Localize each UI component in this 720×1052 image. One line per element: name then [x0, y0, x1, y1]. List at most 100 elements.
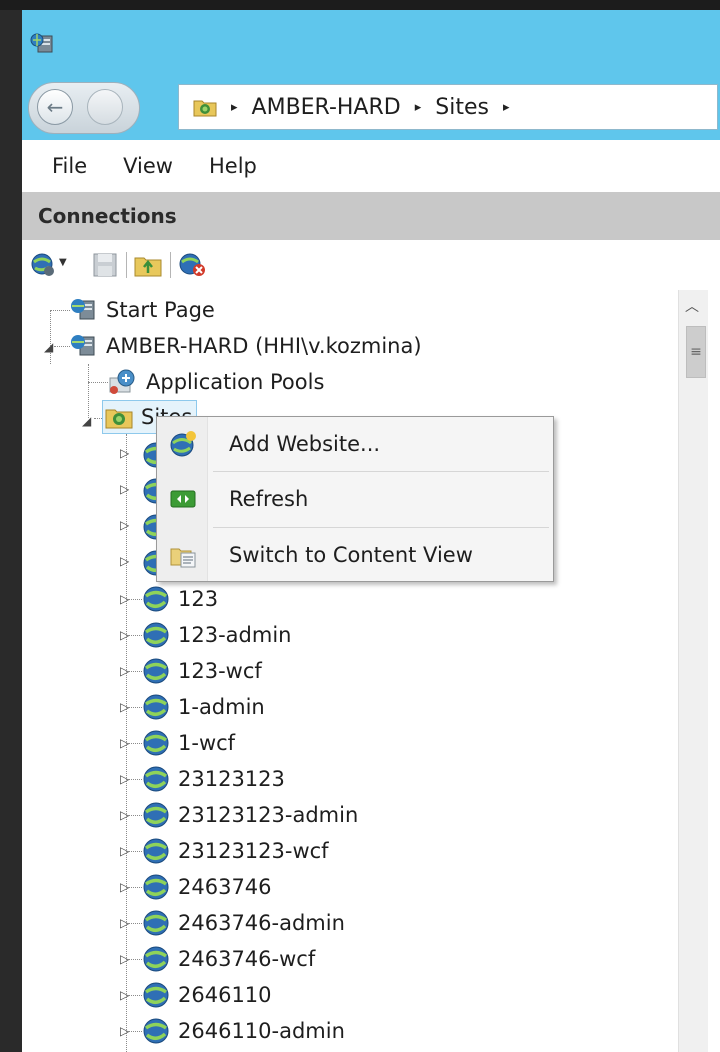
site-globe-icon — [143, 910, 169, 936]
context-menu: Add Website... Refresh Switch to Content… — [156, 416, 554, 582]
tree-scrollbar[interactable]: ︿ ≡ — [678, 290, 709, 1052]
content-view-icon — [170, 548, 196, 568]
back-button[interactable]: ← — [37, 89, 73, 125]
tree-item-site[interactable]: 2463746-wcf — [142, 942, 315, 976]
tree-connector — [128, 707, 142, 708]
refresh-icon — [170, 490, 196, 508]
menu-help[interactable]: Help — [191, 154, 275, 178]
context-menu-separator — [213, 527, 549, 528]
add-website-icon — [170, 431, 196, 457]
tree-label: 2646110-admin — [178, 1019, 345, 1043]
expand-arrow-icon[interactable]: ▷ — [120, 482, 129, 496]
tree-connector — [128, 851, 142, 852]
tree-label: 2463746 — [178, 875, 272, 899]
tree-connector — [128, 815, 142, 816]
address-row: ← ▸ AMBER-HARD ▸ Sites ▸ — [22, 74, 720, 140]
site-globe-icon — [143, 586, 169, 612]
context-menu-refresh[interactable]: Refresh — [157, 474, 553, 524]
tree-label: 2463746-admin — [178, 911, 345, 935]
sites-folder-icon — [193, 100, 217, 117]
site-globe-icon — [143, 874, 169, 900]
tree-connector — [128, 995, 142, 996]
tree-label: 1-admin — [178, 695, 265, 719]
tree-item-site[interactable]: 123-admin — [142, 618, 291, 652]
tree-item-site[interactable]: 1-wcf — [142, 726, 235, 760]
tree-item-site[interactable]: 1-admin — [142, 690, 265, 724]
context-menu-separator — [213, 471, 549, 472]
breadcrumb-sites[interactable]: Sites — [435, 95, 489, 120]
iis-manager-icon — [30, 33, 53, 53]
tree-item-site[interactable]: 2463746-admin — [142, 906, 345, 940]
tree-item-site[interactable]: 23123123-wcf — [142, 834, 329, 868]
collapse-arrow-icon[interactable]: ◢ — [82, 414, 91, 428]
tree-connector — [128, 635, 142, 636]
nav-buttons: ← — [28, 82, 140, 134]
tree-connector — [128, 779, 142, 780]
forward-button[interactable] — [87, 89, 123, 125]
site-globe-icon — [143, 946, 169, 972]
site-globe-icon — [143, 694, 169, 720]
expand-arrow-icon[interactable]: ▷ — [120, 554, 129, 568]
context-menu-add-website[interactable]: Add Website... — [157, 419, 553, 469]
application-pools-icon — [109, 369, 135, 394]
tree-label: 23123123-wcf — [178, 839, 329, 863]
expand-arrow-icon[interactable]: ▷ — [120, 518, 129, 532]
tree-connector — [128, 959, 142, 960]
tree-item-site[interactable]: 23123123 — [142, 762, 285, 796]
collapse-arrow-icon[interactable]: ◢ — [44, 340, 53, 354]
tree-connector — [128, 1031, 142, 1032]
connections-toolbar: ▼ — [22, 240, 720, 291]
tree-connector — [128, 599, 142, 600]
menu-view[interactable]: View — [105, 154, 191, 178]
tree-item-site[interactable]: 2463746 — [142, 870, 272, 904]
tree-label: Application Pools — [146, 370, 325, 394]
tree-label: 23123123 — [178, 767, 285, 791]
tree-item-site[interactable]: 123-wcf — [142, 654, 262, 688]
site-globe-icon — [143, 766, 169, 792]
connections-tree[interactable]: Start Page ◢ AMBER-HARD (HHI\v.kozmina) … — [22, 290, 678, 1052]
breadcrumb-server[interactable]: AMBER-HARD — [252, 95, 401, 120]
tree-label: 123 — [178, 587, 219, 611]
tree-label: 123-wcf — [178, 659, 262, 683]
context-menu-label: Add Website... — [229, 432, 381, 456]
server-icon — [71, 335, 95, 356]
tree-label: 23123123-admin — [178, 803, 359, 827]
site-globe-icon — [143, 802, 169, 828]
connect-icon[interactable] — [30, 252, 56, 278]
tree-item-site[interactable]: 123 — [142, 582, 218, 616]
breadcrumb-separator[interactable]: ▸ — [503, 100, 510, 115]
dropdown-arrow-icon[interactable]: ▼ — [59, 257, 67, 268]
scroll-up-arrow-icon[interactable]: ︿ — [685, 296, 699, 316]
tree-label: 2646110 — [178, 983, 272, 1007]
tree-label: 2463746-wcf — [178, 947, 316, 971]
tree-connector — [128, 743, 142, 744]
address-bar[interactable]: ▸ AMBER-HARD ▸ Sites ▸ — [178, 84, 718, 130]
site-globe-icon — [143, 838, 169, 864]
breadcrumb-separator: ▸ — [414, 99, 422, 115]
folder-up-icon[interactable] — [134, 252, 162, 278]
save-icon[interactable] — [92, 252, 118, 278]
tree-connector — [128, 671, 142, 672]
site-globe-icon — [143, 730, 169, 756]
menu-file[interactable]: File — [22, 154, 105, 178]
tree-item-site[interactable]: 2646110-admin — [142, 1014, 345, 1048]
tree-connector — [128, 923, 142, 924]
connections-title: Connections — [38, 204, 177, 228]
scrollbar-thumb[interactable]: ≡ — [686, 326, 706, 378]
context-menu-label: Refresh — [229, 487, 309, 511]
tree-item-server[interactable]: AMBER-HARD (HHI\v.kozmina) — [68, 329, 422, 363]
tree-label: 123-admin — [178, 623, 292, 647]
toolbar-divider — [170, 252, 171, 278]
sites-folder-icon — [105, 409, 133, 429]
start-page-icon — [71, 299, 95, 320]
disconnect-icon[interactable] — [178, 252, 208, 278]
window-top-border — [0, 0, 720, 10]
context-menu-switch-content-view[interactable]: Switch to Content View — [157, 530, 553, 580]
tree-label: AMBER-HARD (HHI\v.kozmina) — [106, 334, 422, 358]
expand-arrow-icon[interactable]: ▷ — [120, 446, 129, 460]
tree-item-application-pools[interactable]: Application Pools — [106, 365, 324, 399]
tree-connector — [88, 364, 89, 418]
tree-item-site[interactable]: 23123123-admin — [142, 798, 358, 832]
tree-item-start-page[interactable]: Start Page — [68, 293, 215, 327]
tree-item-site[interactable]: 2646110 — [142, 978, 272, 1012]
